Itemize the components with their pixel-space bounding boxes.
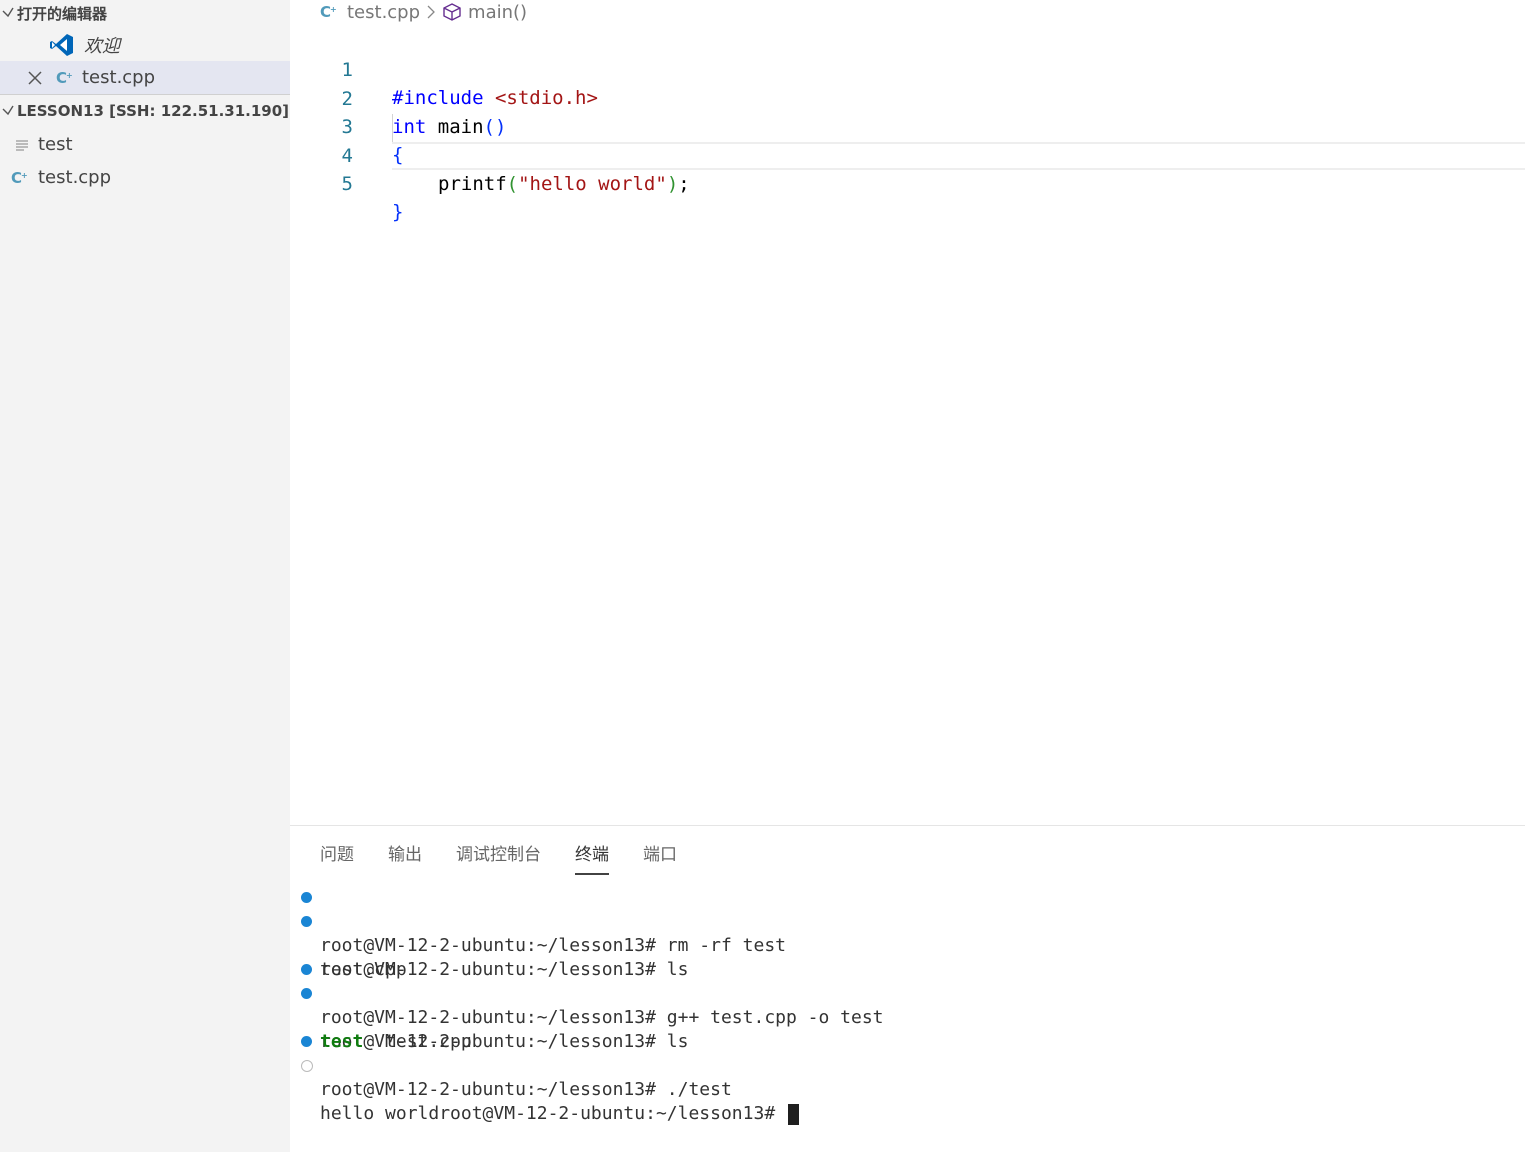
semicolon-token: ;: [678, 173, 690, 195]
line-number: 5: [341, 173, 353, 195]
tab-debug-console[interactable]: 调试控制台: [456, 840, 541, 875]
terminal-cursor: [788, 1103, 799, 1125]
workspace-header[interactable]: LESSON13 [SSH: 122.51.31.190]: [0, 98, 290, 124]
chevron-down-icon: [2, 105, 14, 116]
terminal-line: root@VM-12-2-ubuntu:~/lesson13# rm -rf t…: [290, 886, 1525, 956]
bottom-panel: 问题 输出 调试控制台 终端 端口 root@VM-12-2-ubuntu:~/…: [290, 825, 1525, 1153]
breadcrumb: C + test.cpp main(): [320, 0, 527, 24]
line-content: printf("hello world");: [438, 170, 690, 198]
explorer-sidebar: 打开的编辑器 欢迎 C + test.cpp LESSON13 [SSH: 12…: [0, 0, 290, 1152]
breadcrumb-file[interactable]: test.cpp: [347, 2, 420, 23]
file-label: test.cpp: [38, 167, 112, 188]
terminal-line: root@VM-12-2-ubuntu:~/lesson13# ./test: [290, 1030, 1525, 1100]
terminal[interactable]: root@VM-12-2-ubuntu:~/lesson13# rm -rf t…: [290, 886, 1525, 1125]
tab-terminal[interactable]: 终端: [575, 840, 609, 875]
paren-token: ): [666, 173, 679, 195]
current-line-highlight: [392, 142, 1525, 170]
tab-output[interactable]: 输出: [388, 840, 422, 875]
chevron-down-icon: [2, 7, 14, 18]
terminal-line: root@VM-12-2-ubuntu:~/lesson13# ls: [290, 982, 1525, 1052]
text-file-icon: [14, 138, 30, 152]
command-decoration-icon[interactable]: [301, 1060, 313, 1072]
function-token: printf: [438, 173, 507, 195]
workspace-title: LESSON13 [SSH: 122.51.31.190]: [17, 102, 290, 120]
open-editor-label: 欢迎: [84, 35, 120, 57]
cpp-file-icon: C +: [56, 69, 74, 87]
panel-tabs: 问题 输出 调试控制台 终端 端口: [320, 840, 677, 875]
paren-token: (: [506, 173, 519, 195]
brace-token: }: [392, 201, 404, 223]
file-label: test: [38, 134, 73, 155]
file-item-test[interactable]: test: [0, 128, 290, 161]
svg-text:+: +: [66, 71, 73, 80]
string-token: "hello world": [518, 173, 667, 195]
cpp-file-icon: C +: [320, 3, 338, 21]
tab-ports[interactable]: 端口: [643, 840, 677, 875]
vscode-logo-icon: [48, 32, 76, 58]
file-item-test-cpp[interactable]: C + test.cpp: [0, 161, 290, 194]
code-line: 3 {: [290, 85, 1525, 166]
close-icon[interactable]: [26, 70, 44, 85]
cpp-file-icon: C +: [11, 169, 29, 187]
open-editors-header[interactable]: 打开的编辑器: [0, 0, 290, 26]
terminal-line: test.cpp: [320, 959, 407, 980]
command-decoration-icon[interactable]: [301, 916, 312, 927]
command-decoration-icon[interactable]: [301, 892, 312, 903]
terminal-line: test test.cpp: [320, 1031, 472, 1052]
svg-text:+: +: [21, 171, 28, 180]
cube-symbol-icon: [442, 2, 462, 22]
open-editors-title: 打开的编辑器: [17, 4, 108, 23]
command-decoration-icon[interactable]: [301, 988, 312, 999]
code-editor[interactable]: 1 #include <stdio.h> 2 int main() 3 { 4 …: [290, 28, 1525, 818]
indent-guide: [392, 114, 393, 142]
chevron-right-icon: [426, 5, 436, 19]
open-editor-label: test.cpp: [82, 67, 156, 88]
code-line: 4 printf("hello world");: [290, 114, 1525, 195]
code-line: 2 int main(): [290, 57, 1525, 138]
terminal-line: hello worldroot@VM-12-2-ubuntu:~/lesson1…: [290, 1054, 1525, 1125]
terminal-line: root@VM-12-2-ubuntu:~/lesson13# ls: [290, 910, 1525, 980]
code-line: 1 #include <stdio.h>: [290, 28, 1525, 109]
breadcrumb-symbol[interactable]: main(): [468, 2, 527, 23]
terminal-line: root@VM-12-2-ubuntu:~/lesson13# g++ test…: [290, 958, 1525, 1028]
command-decoration-icon[interactable]: [301, 1036, 312, 1047]
open-editor-test-cpp[interactable]: C + test.cpp: [0, 61, 290, 94]
command-decoration-icon[interactable]: [301, 964, 312, 975]
section-divider: [0, 94, 290, 95]
svg-text:+: +: [330, 5, 337, 14]
open-editor-welcome[interactable]: 欢迎: [0, 28, 290, 61]
tab-problems[interactable]: 问题: [320, 840, 354, 875]
